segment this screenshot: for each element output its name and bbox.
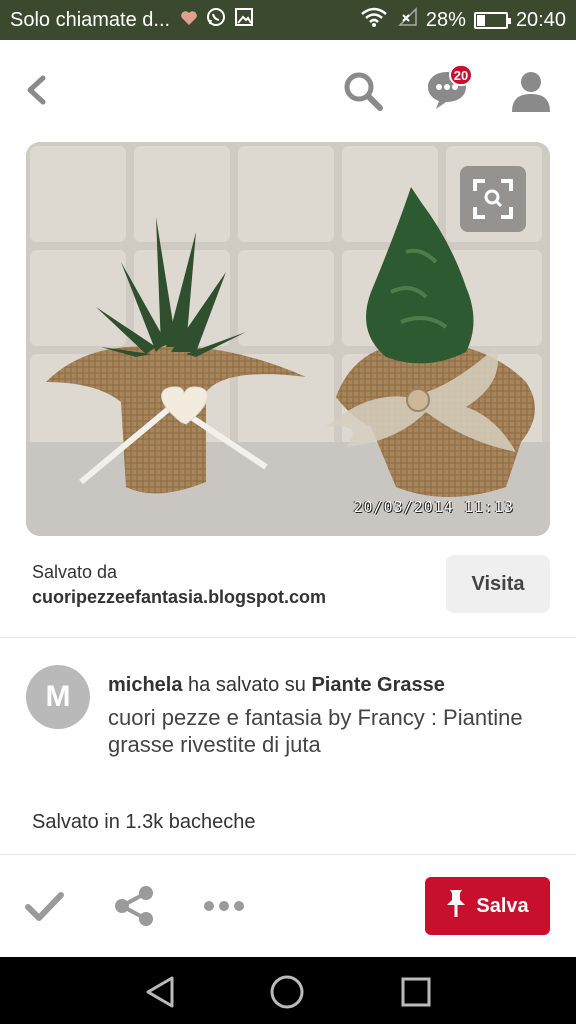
pin-description: cuori pezze e fantasia by Francy : Piant…: [108, 705, 523, 757]
visit-button[interactable]: Visita: [446, 555, 550, 613]
battery-icon: [473, 11, 511, 29]
nav-home-icon[interactable]: [268, 973, 306, 1011]
nav-back-icon[interactable]: [142, 974, 178, 1010]
pin-image[interactable]: 20/03/2014 11:13: [26, 142, 550, 536]
clock: 20:40: [515, 8, 566, 31]
board-name-link[interactable]: Piante Grasse: [311, 674, 444, 696]
nav-recent-apps-icon[interactable]: [398, 974, 434, 1010]
top-app-bar: 20: [0, 40, 576, 140]
notification-badge: 20: [449, 64, 473, 86]
saved-count[interactable]: Salvato in 1.3k bacheche: [32, 811, 256, 834]
gallery-icon: [234, 7, 254, 33]
visual-search-icon[interactable]: [460, 166, 526, 232]
status-bar: Solo chiamate d... 28% 20:40: [0, 0, 576, 40]
pinner-username[interactable]: michela: [108, 674, 182, 696]
pinner-attribution: michela ha salvato su Piante Grasse: [108, 674, 445, 697]
saved-from-label: Salvato da: [32, 562, 118, 582]
divider: [0, 637, 576, 638]
battery-percent: 28%: [425, 8, 466, 31]
source-url-link[interactable]: cuoripezzeefantasia.blogspot.com: [32, 587, 326, 608]
checkmark-icon[interactable]: [24, 886, 64, 926]
divider: [0, 854, 576, 855]
more-dots-icon[interactable]: [202, 894, 246, 918]
notification-title: Solo chiamate d...: [10, 8, 171, 31]
share-icon[interactable]: [112, 884, 156, 928]
save-label: Salva: [476, 894, 529, 917]
avatar[interactable]: M: [26, 665, 90, 729]
person-icon[interactable]: [510, 68, 552, 114]
pinner-action: ha salvato su: [188, 674, 306, 696]
whatsapp-icon: [206, 7, 226, 33]
no-signal-icon: [396, 7, 418, 33]
pushpin-icon: [446, 888, 466, 924]
system-nav-bar: [0, 957, 576, 1024]
wifi-icon: [360, 7, 388, 33]
save-button[interactable]: Salva: [425, 877, 550, 935]
heart-icon: [180, 9, 198, 32]
search-icon[interactable]: [340, 68, 386, 114]
chevron-left-icon[interactable]: [18, 70, 58, 110]
photo-timestamp: 20/03/2014 11:13: [353, 498, 514, 516]
